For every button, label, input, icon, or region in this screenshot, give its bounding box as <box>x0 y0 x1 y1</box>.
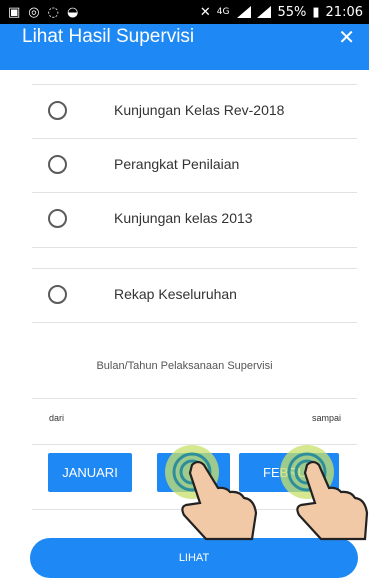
whatsapp-icon: ◌ <box>47 4 59 20</box>
option-label: Perangkat Penilaian <box>114 156 240 172</box>
battery-percent: 55% <box>277 4 307 20</box>
divider <box>32 398 357 399</box>
tap-gesture-icon <box>280 445 369 541</box>
radio-button[interactable] <box>48 285 67 304</box>
radio-button[interactable] <box>48 155 67 174</box>
clock: 21:06 <box>325 4 363 20</box>
period-section-title: Bulan/Tahun Pelaksanaan Supervisi <box>96 360 273 372</box>
radio-button[interactable] <box>48 209 67 228</box>
signal-icon-2 <box>257 6 272 18</box>
option-kunjungan-rev2018[interactable]: Kunjungan Kelas Rev-2018 <box>0 85 369 139</box>
view-button[interactable]: LIHAT <box>30 538 358 578</box>
tap-gesture-icon <box>165 445 258 541</box>
option-kunjungan-2013[interactable]: Kunjungan kelas 2013 <box>0 193 369 247</box>
option-label: Kunjungan kelas 2013 <box>114 210 253 226</box>
divider <box>32 247 357 248</box>
wifi-icon: ◒ <box>66 4 79 20</box>
battery-icon: ▮ <box>312 4 320 20</box>
status-bar: ▣ ◎ ◌ ◒ ✕ 4G 55% ▮ 21:06 <box>0 0 369 24</box>
signal-icon <box>237 6 252 18</box>
option-rekap-keseluruhan[interactable]: Rekap Keseluruhan <box>0 269 369 323</box>
app-header: Lihat Hasil Supervisi ✕ <box>0 24 369 70</box>
option-label: Rekap Keseluruhan <box>114 286 237 302</box>
divider <box>32 322 357 323</box>
gallery-icon: ▣ <box>8 4 21 20</box>
option-label: Kunjungan Kelas Rev-2018 <box>114 102 285 118</box>
from-label: dari <box>49 413 65 423</box>
instagram-icon: ◎ <box>28 4 40 20</box>
from-month-button[interactable]: JANUARI <box>48 453 132 492</box>
option-perangkat-penilaian[interactable]: Perangkat Penilaian <box>0 139 369 193</box>
to-label: sampai <box>311 413 341 423</box>
close-icon[interactable]: ✕ <box>338 25 355 50</box>
mute-icon: ✕ <box>199 4 211 20</box>
network-type: 4G <box>216 6 230 17</box>
page-title: Lihat Hasil Supervisi <box>22 26 195 47</box>
radio-button[interactable] <box>48 101 67 120</box>
